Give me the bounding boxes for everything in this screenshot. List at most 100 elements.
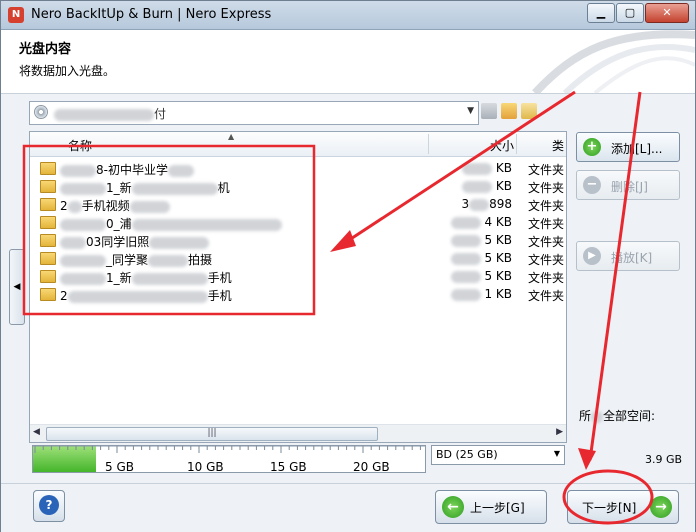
capacity-tick-label: 5 GB [105,460,134,474]
item-name: 2 手机 [60,289,232,303]
delete-button[interactable]: − 删除[J] [576,170,680,200]
minus-icon: − [583,176,601,194]
list-item[interactable]: 1_新机 KB 文件夹 [30,177,566,195]
page-title: 光盘内容 [19,42,72,57]
item-name: 8-初中毕业学 [60,161,194,178]
item-type: 文件夹 [528,181,565,195]
capacity-bar: 5 GB 10 GB 15 GB 20 GB [32,445,426,474]
window-controls: ▁ ▢ ✕ [587,3,689,23]
close-icon[interactable]: ✕ [645,3,689,23]
page-subtitle: 将数据加入光盘。 [19,64,116,78]
back-button[interactable]: ← 上一步[G] [435,490,547,524]
item-size: 4 KB [430,215,512,229]
capacity-tick-label: 15 GB [270,460,307,474]
title-bar: N Nero BackItUp & Burn | Nero Express ▁ … [1,1,695,30]
item-size: KB [430,179,512,193]
next-button-label: 下一步[N] [582,501,637,515]
item-size: 5 KB [430,251,512,265]
view-mode-icon[interactable] [521,103,537,119]
plus-icon: + [583,138,601,156]
list-item[interactable]: 1_新 手机 5 KB 文件夹 [30,267,566,285]
item-size: 1 KB [430,287,512,301]
wizard-footer: ? ← 上一步[G] 下一步[N] → [1,483,695,532]
play-button-label: 播放[K] [611,251,653,265]
item-size: 5 KB [430,269,512,283]
item-name: 03同学旧照 [60,233,210,250]
list-item[interactable]: 2 手机视频 3 898 文件夹 [30,195,566,213]
item-type: 文件夹 [528,199,565,213]
play-icon: ▶ [583,247,601,265]
column-divider [428,134,429,154]
column-size[interactable]: 大小 [490,137,514,154]
go-up-icon[interactable] [481,103,497,119]
item-type: 文件夹 [528,289,565,303]
disc-icon [34,105,48,119]
item-name: 0_浦 [60,215,282,232]
nero-app-icon: N [8,7,24,23]
column-divider [516,134,517,154]
chevron-down-icon[interactable]: ▼ [467,106,474,116]
drive-path: 付 [54,105,166,122]
chevron-down-icon[interactable]: ▼ [554,449,560,458]
capacity-ticks [33,446,425,453]
item-type: 文件夹 [528,163,565,177]
item-size: KB [430,161,512,175]
folder-icon [40,234,56,247]
list-header: 名称 ▲ 大小 类 [30,132,566,157]
scroll-right-icon[interactable]: ▶ [556,427,563,437]
sort-ascending-icon: ▲ [228,132,235,141]
item-type: 文件夹 [528,217,565,231]
column-type[interactable]: 类 [552,137,564,154]
capacity-tick-label: 10 GB [187,460,224,474]
list-item[interactable]: 8-初中毕业学 KB 文件夹 [30,159,566,177]
total-space-value: 3.9 GB [645,453,683,466]
back-arrow-icon: ← [442,496,464,518]
header-swoosh-decoration [532,30,695,93]
window-title: Nero BackItUp & Burn | Nero Express [31,7,272,22]
list-item[interactable]: _同学聚 拍摄 5 KB 文件夹 [30,249,566,267]
scrollbar-thumb[interactable]: ||| [46,427,378,441]
item-name: 2 手机视频 [60,197,170,214]
list-item[interactable]: 0_浦 4 KB 文件夹 [30,213,566,231]
play-button[interactable]: ▶ 播放[K] [576,241,680,271]
add-button-label: 添加[L]... [611,142,663,156]
total-space-label: 所全部空间: [579,409,656,423]
folder-icon [40,216,56,229]
help-icon: ? [39,495,59,515]
maximize-icon[interactable]: ▢ [616,3,644,23]
back-button-label: 上一步[G] [470,501,525,515]
nero-express-window: N Nero BackItUp & Burn | Nero Express ▁ … [0,0,696,532]
collapse-panel-handle[interactable]: ◀ [9,249,25,325]
folder-icon [40,198,56,211]
next-button[interactable]: 下一步[N] → [567,490,679,524]
horizontal-scrollbar[interactable]: ◀ ||| ▶ [30,424,566,442]
column-name[interactable]: 名称 [68,137,92,154]
capacity-tick-label: 20 GB [353,460,390,474]
file-list[interactable]: 名称 ▲ 大小 类 8-初中毕业学 KB 文件夹 1_新机 KB 文件夹 2 手… [29,131,567,443]
drive-selector[interactable]: 付 ▼ [29,101,479,125]
disc-type-value: BD (25 GB) [436,448,498,461]
item-size: 3 898 [461,197,512,211]
item-type: 文件夹 [528,271,565,285]
item-name: 1_新 手机 [60,269,232,286]
folder-icon [40,252,56,265]
list-item[interactable]: 03同学旧照 5 KB 文件夹 [30,231,566,249]
scroll-left-icon[interactable]: ◀ [33,427,40,437]
disc-type-select[interactable]: BD (25 GB) ▼ [431,445,565,465]
new-folder-icon[interactable] [501,103,517,119]
list-item[interactable]: 2 手机 1 KB 文件夹 [30,285,566,303]
disc-content-area: 付 ▼ 名称 ▲ 大小 类 8-初中毕业学 KB 文件夹 1_新 机 KB 文件… [29,101,569,475]
folder-icon [40,180,56,193]
add-button[interactable]: + 添加[L]... [576,132,680,162]
item-type: 文件夹 [528,235,565,249]
folder-icon [40,288,56,301]
folder-icon [40,162,56,175]
page-header: 光盘内容 将数据加入光盘。 [1,30,695,94]
next-arrow-icon: → [650,496,672,518]
item-size: 5 KB [430,233,512,247]
item-name: 1_新机 [60,179,230,196]
minimize-icon[interactable]: ▁ [587,3,615,23]
list-toolbar [481,103,537,119]
item-type: 文件夹 [528,253,565,267]
help-button[interactable]: ? [33,490,65,522]
